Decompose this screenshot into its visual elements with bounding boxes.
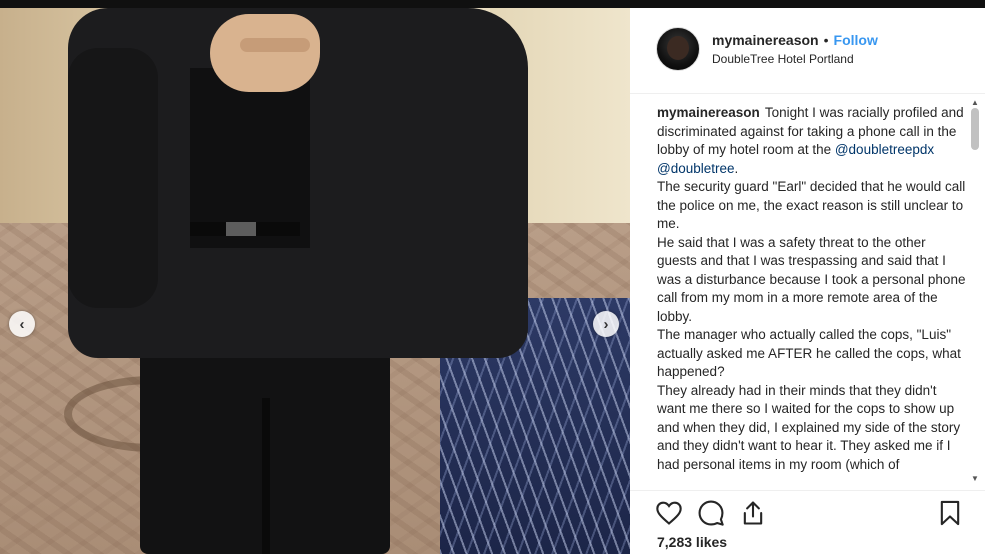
avatar[interactable]: [656, 27, 700, 71]
carousel-next-button[interactable]: ›: [593, 311, 619, 337]
post-username-link[interactable]: mymainereason: [712, 32, 819, 48]
mention-link-doubletree[interactable]: @doubletree: [657, 161, 735, 176]
bookmark-icon: [940, 500, 960, 526]
carousel-prev-button[interactable]: ‹: [9, 311, 35, 337]
caption-paragraph-4: The manager who actually called the cops…: [657, 327, 961, 379]
mention-link-doubletreepdx[interactable]: @doubletreepdx: [835, 142, 934, 157]
post-header: mymainereason • Follow DoubleTree Hotel Po…: [630, 8, 985, 94]
caption-scroll-area[interactable]: mymainereason Tonight I was racially prof…: [630, 94, 985, 490]
caption-paragraph-5: They already had in their minds that the…: [657, 382, 961, 472]
photo-person-belt-buckle: [226, 222, 256, 236]
heart-icon: [656, 501, 682, 525]
caption-text: .: [734, 160, 739, 176]
caption-paragraph-2: The security guard "Earl" decided that h…: [657, 179, 966, 231]
location-link[interactable]: DoubleTree Hotel Portland: [712, 52, 854, 66]
photo-person-sleeve: [68, 48, 158, 308]
photo-person-fingers: [240, 38, 310, 52]
post-caption: mymainereason Tonight I was racially prof…: [657, 104, 967, 474]
post-side-panel: mymainereason • Follow DoubleTree Hotel Po…: [630, 8, 985, 554]
scrollbar-down-arrow[interactable]: ▼: [970, 474, 980, 484]
follow-button[interactable]: Follow: [834, 32, 878, 48]
chevron-left-icon: ‹: [19, 315, 25, 333]
caption-username-link[interactable]: mymainereason: [657, 105, 760, 120]
photo-person-hand: [210, 14, 320, 92]
save-button[interactable]: [936, 499, 964, 527]
username-row: mymainereason • Follow: [712, 32, 878, 48]
share-button[interactable]: [739, 499, 767, 527]
comment-button[interactable]: [697, 499, 725, 527]
photo-person-leg-gap: [262, 398, 270, 554]
scrollbar-thumb[interactable]: [971, 108, 979, 150]
like-button[interactable]: [655, 499, 683, 527]
photo-person-shirt: [190, 68, 310, 248]
post-photo: [0, 8, 630, 554]
comment-icon: [698, 500, 724, 526]
chevron-right-icon: ›: [603, 315, 609, 333]
caption-paragraph-3: He said that I was a safety threat to th…: [657, 234, 966, 324]
likes-count[interactable]: 7,283 likes: [657, 534, 727, 550]
share-icon: [743, 501, 763, 525]
avatar-face: [667, 36, 689, 60]
separator-dot: •: [823, 32, 829, 48]
caption-paragraph-1: mymainereason Tonight I was racially prof…: [657, 104, 967, 178]
video-frame-top: [0, 0, 985, 8]
post-actions-bar: [630, 490, 985, 531]
scrollbar-up-arrow[interactable]: ▲: [970, 98, 980, 108]
